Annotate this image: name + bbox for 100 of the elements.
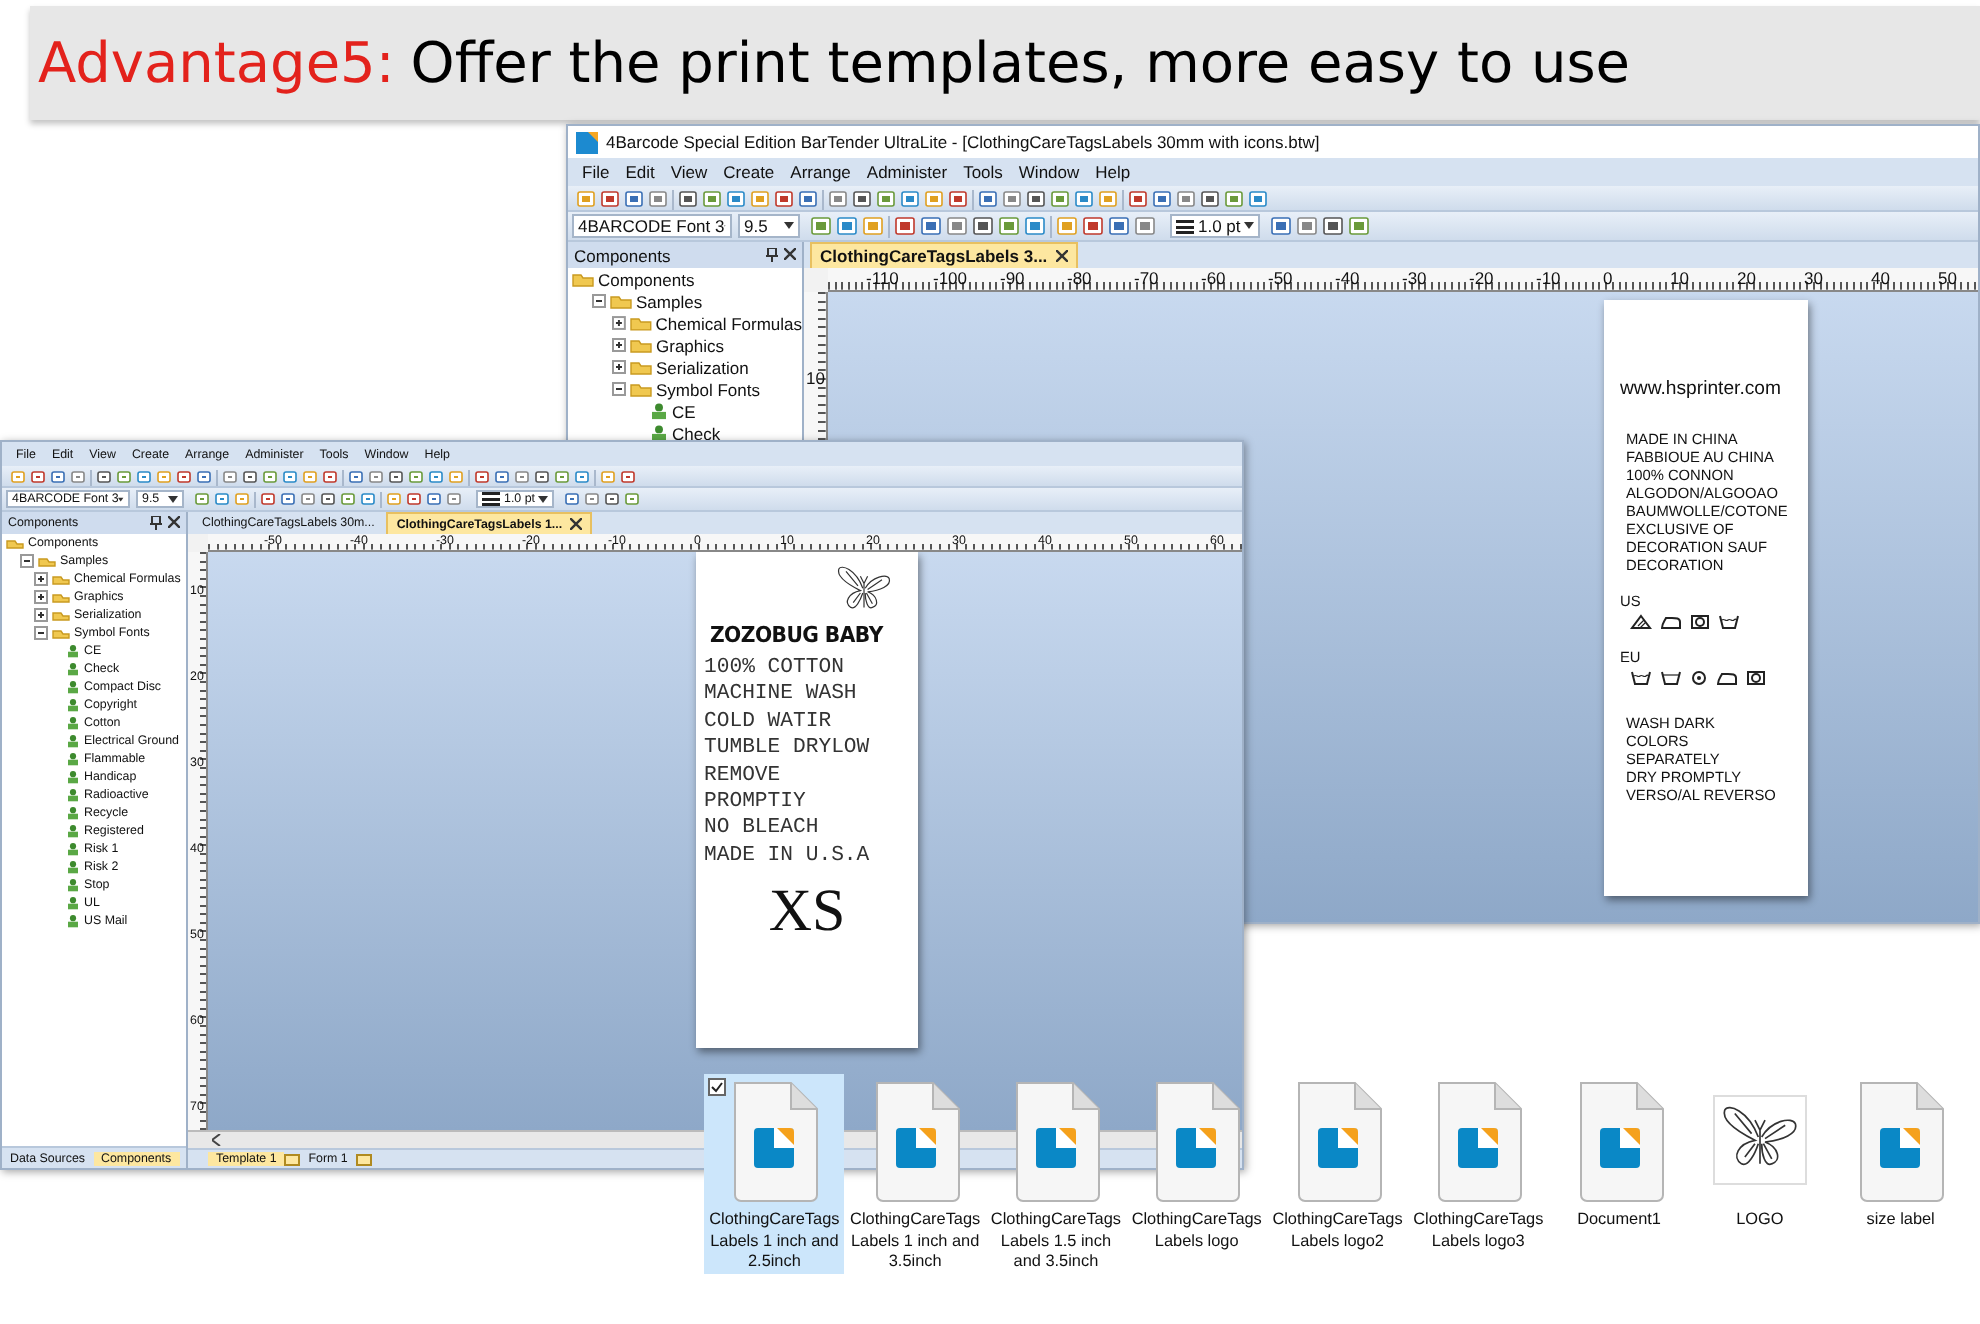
collapse-icon[interactable] — [34, 626, 48, 640]
pin-icon[interactable] — [766, 248, 778, 262]
panel-title: Components — [574, 245, 671, 265]
ruler-number: 50 — [1938, 270, 1957, 287]
collapse-icon[interactable] — [612, 382, 626, 396]
symbol-icon — [650, 402, 668, 420]
ruler-number: -30 — [1402, 270, 1427, 287]
tree-item[interactable]: Graphics — [656, 335, 725, 355]
collapse-icon[interactable] — [592, 294, 606, 308]
font-name: 4BARCODE Font 3 — [578, 216, 725, 236]
document-tile[interactable]: ClothingCareTags Labels 1 inch and 3.5inch — [844, 1074, 986, 1274]
add-page-icon[interactable] — [355, 1153, 372, 1165]
font-size-dropdown[interactable]: 9.5 — [738, 214, 800, 238]
folder-icon — [629, 314, 652, 332]
expand-icon[interactable] — [612, 338, 626, 352]
menu-item[interactable]: Edit — [617, 162, 663, 182]
expand-icon[interactable] — [612, 316, 626, 330]
ruler-number: -70 — [1134, 270, 1159, 287]
close-icon[interactable] — [784, 248, 796, 260]
document-tile[interactable]: size label — [1830, 1074, 1972, 1274]
document-tile[interactable]: Document1 — [1548, 1074, 1690, 1274]
document-tab[interactable]: ClothingCareTagsLabels 3... — [810, 242, 1078, 268]
menu-item[interactable]: Help — [1087, 162, 1139, 182]
file-name: ClothingCareTags Labels 1.5 inch and 3.5inch — [988, 1210, 1124, 1273]
pin-icon[interactable] — [150, 516, 162, 530]
tree-item[interactable]: Chemical Formulas — [655, 313, 802, 333]
menu-item[interactable]: Tools — [955, 162, 1011, 182]
caret-icon — [538, 495, 549, 503]
menu-item[interactable]: View — [662, 162, 716, 182]
banner-title: Offer the print templates, more easy to use — [410, 30, 1631, 96]
expand-icon[interactable] — [34, 590, 48, 604]
ruler-number: 30 — [1804, 270, 1823, 287]
document-tile[interactable]: LOGO — [1689, 1074, 1831, 1274]
brand-name: ZOZOBUG BABY — [710, 622, 883, 648]
label-text: COLD WATIR — [704, 709, 832, 737]
symbol-icon — [66, 770, 80, 784]
symbol-icon — [66, 914, 80, 928]
folder-icon — [630, 380, 652, 398]
symbol-icon — [66, 644, 80, 658]
ruler-number: -20 — [1469, 270, 1494, 287]
circle-icon — [1690, 670, 1708, 686]
symbol-icon — [66, 878, 80, 892]
ruler-number: 40 — [1871, 270, 1890, 287]
file-name: ClothingCareTags Labels logo2 — [1270, 1210, 1405, 1252]
square-circle-icon — [1690, 614, 1710, 630]
document-tile[interactable]: ClothingCareTags Labels logo3 — [1407, 1074, 1549, 1274]
menu-item[interactable]: Create — [715, 162, 783, 182]
iron-icon — [1716, 670, 1738, 686]
expand-icon[interactable] — [34, 608, 48, 622]
document-file-icon — [728, 1080, 821, 1204]
symbol-icon — [66, 734, 80, 748]
caret-icon — [784, 222, 794, 230]
line-weight-icon — [482, 492, 500, 506]
font-dropdown[interactable]: 4BARCODE Font 3 — [572, 214, 732, 238]
close-icon[interactable] — [570, 518, 583, 530]
menu-item[interactable]: File — [574, 162, 618, 182]
document-file-icon — [1432, 1080, 1525, 1204]
document-tile[interactable]: ClothingCareTags Labels 1 inch and 2.5inch — [704, 1074, 845, 1274]
label-text: 100% COTTON — [704, 656, 844, 683]
caret-icon — [168, 495, 178, 503]
iron-icon — [1660, 614, 1682, 630]
file-name: LOGO — [1734, 1210, 1786, 1231]
app-logo-icon — [576, 131, 598, 153]
collapse-icon[interactable] — [20, 554, 34, 568]
document-tile[interactable]: ClothingCareTags Labels logo — [1126, 1074, 1268, 1274]
menu-item[interactable]: Administer — [858, 162, 956, 182]
close-icon[interactable] — [168, 516, 180, 528]
ruler-number: -50 — [1268, 270, 1293, 287]
symbol-icon — [66, 788, 80, 802]
caret-icon — [1244, 222, 1255, 230]
symbol-icon — [66, 680, 80, 694]
ruler-number: -90 — [1000, 270, 1025, 287]
expand-icon[interactable] — [612, 360, 626, 374]
ruler-number: -100 — [933, 270, 968, 287]
scroll-left-icon[interactable] — [212, 1134, 222, 1146]
tree-item[interactable]: Components — [598, 269, 695, 289]
document-tile[interactable]: ClothingCareTags Labels 1.5 inch and 3.5inch — [985, 1074, 1127, 1274]
tree-item[interactable]: Symbol Fonts — [656, 379, 760, 399]
tree-item[interactable]: CE — [672, 401, 696, 421]
menu-item[interactable]: Arrange — [782, 162, 859, 182]
label-text: NO BLEACH — [704, 816, 819, 844]
size-text: XS — [768, 878, 846, 947]
checkbox-icon[interactable] — [708, 1078, 726, 1096]
file-name: ClothingCareTags Labels 1 inch and 2.5inch — [707, 1210, 842, 1273]
ruler-number: 0 — [1603, 270, 1613, 287]
symbol-icon — [66, 752, 80, 766]
close-icon[interactable] — [1055, 250, 1068, 262]
file-name: Document1 — [1575, 1210, 1663, 1231]
ruler-number: -40 — [1335, 270, 1360, 287]
tub-icon — [1660, 670, 1682, 686]
add-page-icon[interactable] — [284, 1153, 301, 1165]
ruler-number: 10 — [806, 370, 825, 387]
document-tile[interactable]: ClothingCareTags Labels logo2 — [1267, 1074, 1408, 1274]
symbol-icon — [66, 896, 80, 910]
tree-item[interactable]: Check — [672, 423, 721, 443]
line-width-dropdown[interactable]: 1.0 pt — [1170, 214, 1261, 238]
menu-item[interactable]: Window — [1010, 162, 1088, 182]
tree-item[interactable]: Serialization — [656, 357, 749, 377]
tree-item[interactable]: Samples — [636, 291, 703, 311]
expand-icon[interactable] — [34, 572, 48, 586]
